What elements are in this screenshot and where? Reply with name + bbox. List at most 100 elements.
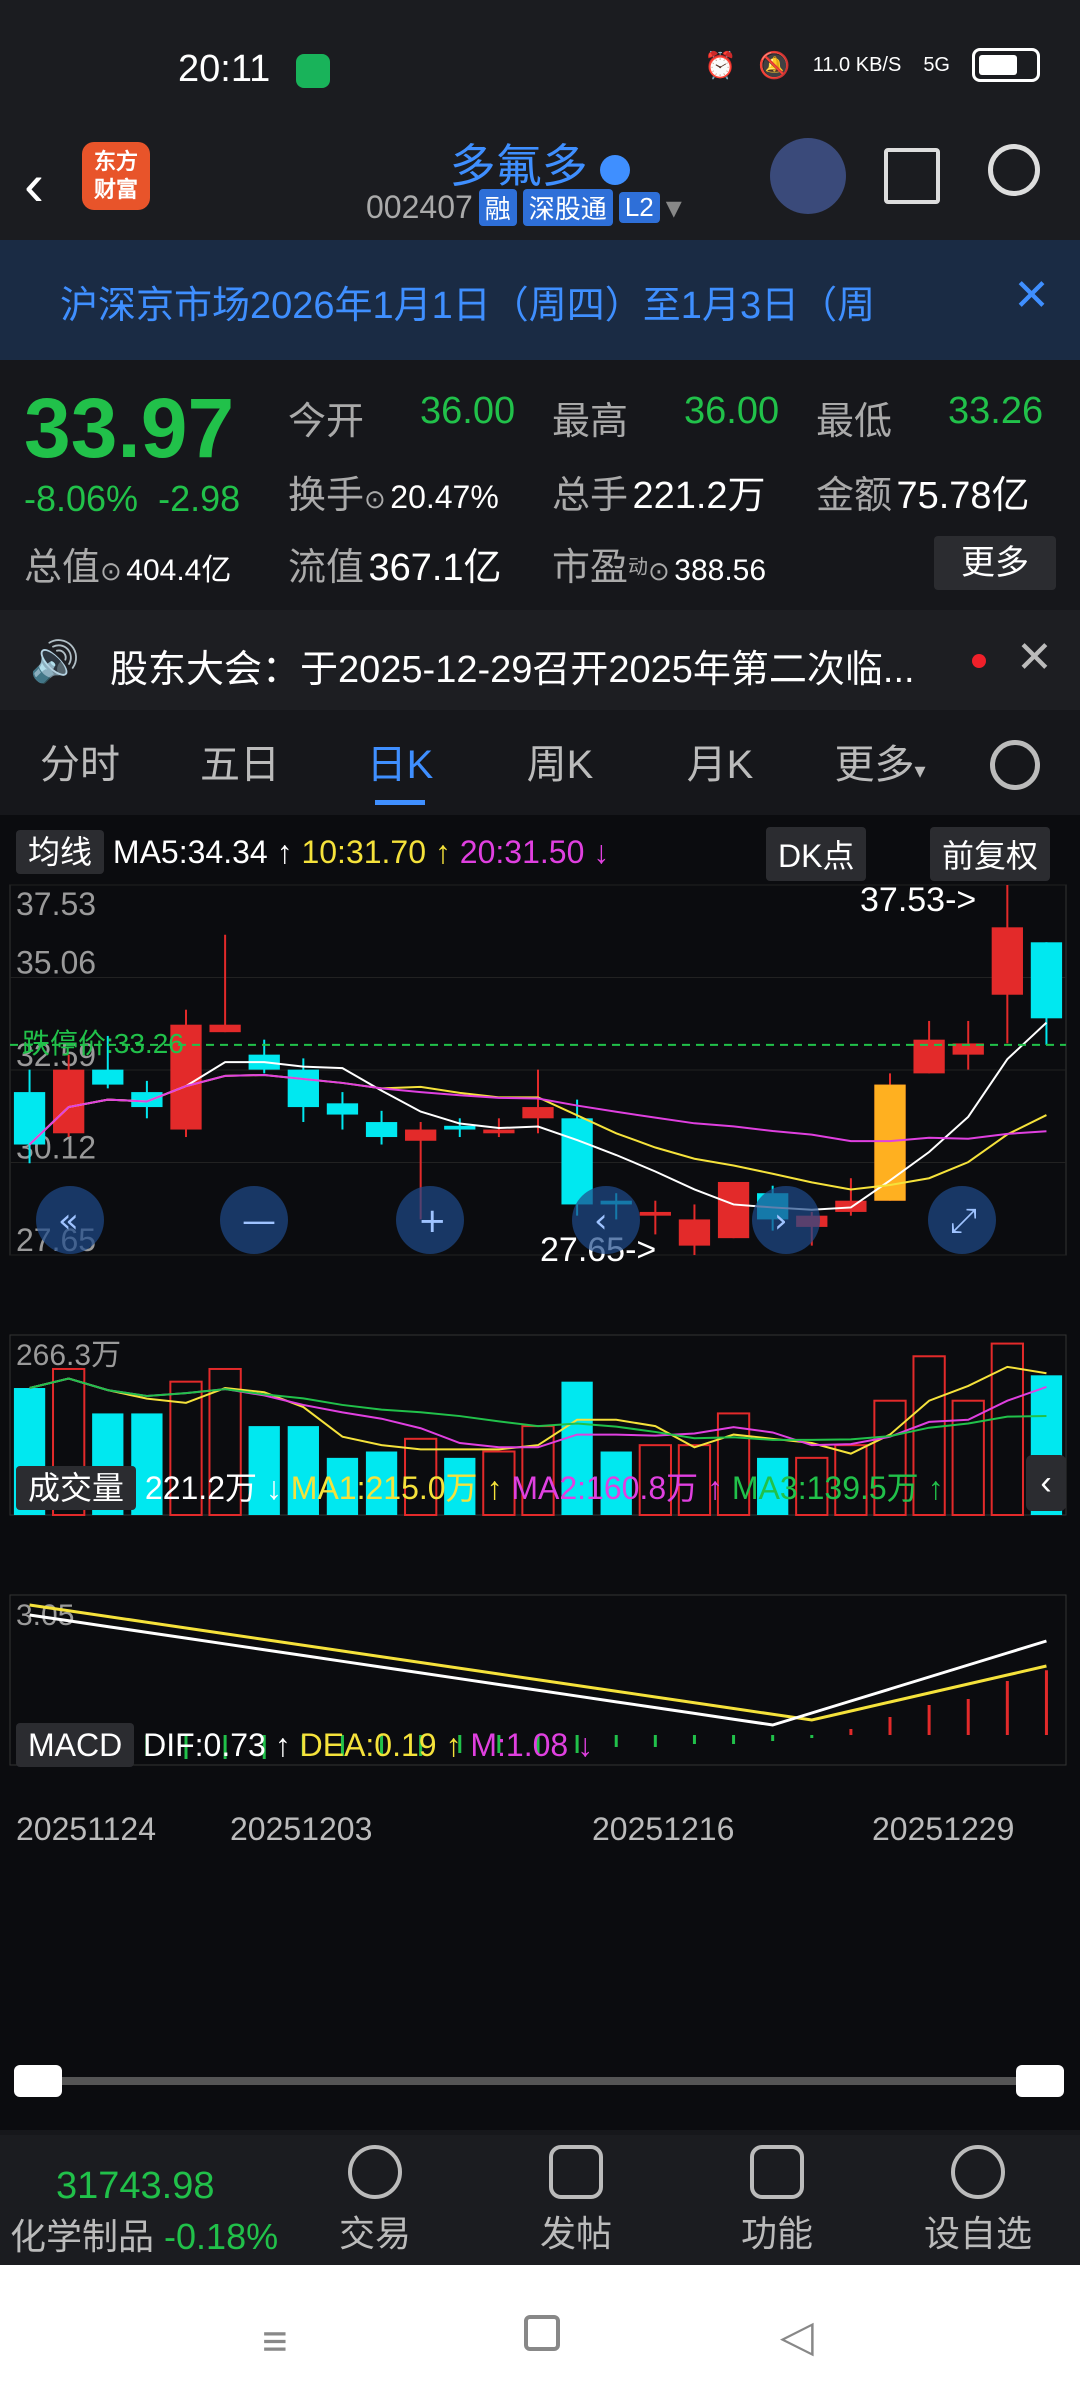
edit-icon xyxy=(549,2145,603,2199)
volume-selector[interactable]: 成交量 xyxy=(16,1466,137,1510)
chart-control-glyph: ‹ xyxy=(594,1201,608,1241)
sector-name: 化学制品 xyxy=(10,2216,155,2257)
share-icon[interactable] xyxy=(884,148,940,204)
open-label: 今开 xyxy=(288,401,365,443)
candle-body xyxy=(483,1129,515,1134)
alarm-icon: ⏰ xyxy=(703,49,737,80)
ma-selector[interactable]: 均线 xyxy=(16,830,105,874)
status-time: 20:11 xyxy=(178,48,271,90)
pe-value: 388.56 xyxy=(674,554,767,587)
float-label: 流值 xyxy=(288,547,365,589)
x-tick-label: 20251124 xyxy=(16,1811,156,1847)
system-nav-bar: ≡ ◁ xyxy=(0,2265,1080,2400)
quote-panel: 33.97 -8.06% -2.98 总值⊙ 404.4亿 今开 36.00 最… xyxy=(0,360,1080,610)
home-icon[interactable] xyxy=(524,2315,560,2351)
volume-legend: 成交量 221.2万 ↓ MA1:215.0万 ↑ MA2:160.8万 ↑ M… xyxy=(16,1463,944,1510)
trade-button[interactable]: 交易 xyxy=(295,2145,455,2257)
tab-daily-k[interactable]: 日K xyxy=(320,715,480,815)
status-bar: 20:11 ⏰ 🔕 11.0 KB/S 5G xyxy=(0,0,1080,130)
open-value: 36.00 xyxy=(420,390,516,432)
functions-button[interactable]: 功能 xyxy=(697,2145,857,2257)
candle-body xyxy=(639,1211,671,1216)
verified-icon xyxy=(600,154,631,185)
unread-dot xyxy=(972,654,986,668)
x-tick-label: 20251229 xyxy=(872,1811,1014,1847)
add-watchlist-label: 设自选 xyxy=(923,2213,1032,2254)
high-cell: 最高 xyxy=(552,390,628,445)
tab-monthly-k[interactable]: 月K xyxy=(640,715,800,815)
ma10-label: 10:31.70 ↑ xyxy=(301,834,451,870)
range-handle-left[interactable] xyxy=(14,2065,62,2097)
macd-dea: DEA:0.19 ↑ xyxy=(299,1727,462,1763)
stock-name-text: 多氟多 xyxy=(449,140,588,192)
vol-ma2: MA2:160.8万 ↑ xyxy=(511,1470,724,1506)
trade-icon xyxy=(348,2145,402,2199)
post-label: 发帖 xyxy=(539,2213,612,2254)
app-notification-icon xyxy=(296,54,330,88)
chart-control-glyph: ⤢ xyxy=(950,1201,977,1241)
status-icons: ⏰ 🔕 11.0 KB/S 5G xyxy=(704,48,1040,82)
vol-ma1-line xyxy=(29,1365,1047,1455)
info-icon: ⊙ xyxy=(364,484,386,514)
volume-value: 221.2万 xyxy=(632,475,766,517)
low-cell: 最低 xyxy=(816,390,892,445)
tab-weekly-k[interactable]: 周K xyxy=(480,715,640,815)
search-icon[interactable] xyxy=(988,144,1040,196)
turnover-value: 20.47% xyxy=(390,479,499,515)
volume-label: 总手 xyxy=(552,475,629,517)
back-icon[interactable]: ◁ xyxy=(780,2311,814,2362)
close-icon[interactable]: ✕ xyxy=(1013,270,1050,321)
announcement-bar[interactable]: 🔊 股东大会：于2025-12-29召开2025年第二次临... ✕ xyxy=(0,610,1080,710)
change-row: -8.06% -2.98 xyxy=(24,478,240,520)
macd-dif: DIF:0.73 ↑ xyxy=(143,1727,291,1763)
gear-icon[interactable] xyxy=(990,740,1040,790)
tag-margin: 融 xyxy=(478,188,517,226)
sector-index[interactable]: 31743.98 化学制品 -0.18% xyxy=(10,2165,310,2260)
mktcap-value: 404.4亿 xyxy=(126,554,232,587)
mktcap-row: 总值⊙ 404.4亿 xyxy=(24,536,231,591)
candle-body xyxy=(444,1125,476,1130)
tag-level2: L2 xyxy=(618,191,660,223)
sector-index-value: 31743.98 xyxy=(56,2165,215,2207)
stock-code-row[interactable]: 002407 融 深股通 L2 ▾ xyxy=(366,188,682,226)
tab-more[interactable]: 更多▾ xyxy=(800,715,960,815)
macd-selector[interactable]: MACD xyxy=(16,1723,135,1767)
ma5-label: MA5:34.34 ↑ xyxy=(112,834,293,870)
collapse-panel-icon[interactable]: ‹ xyxy=(1026,1455,1066,1511)
turnover-cell: 换手⊙ 20.47% xyxy=(288,464,499,519)
range-scrollbar[interactable] xyxy=(20,2077,1060,2085)
market-notice[interactable]: 沪深京市场2026年1月1日（周四）至1月3日（周 ✕ xyxy=(0,240,1080,360)
adjust-button[interactable]: 前复权 xyxy=(930,827,1051,881)
y-tick-label: 35.06 xyxy=(16,945,96,981)
float-value: 367.1亿 xyxy=(368,547,502,589)
volume-cell: 总手 221.2万 xyxy=(552,464,766,519)
add-watchlist-button[interactable]: 设自选 xyxy=(898,2145,1058,2257)
macd-max-label: 3.05 xyxy=(16,1599,74,1632)
low-label: 最低 xyxy=(816,401,893,443)
tab-five-day[interactable]: 五日 xyxy=(160,715,320,815)
signal-icon: 5G xyxy=(923,53,950,76)
more-button[interactable]: 更多 xyxy=(934,536,1056,590)
dea-line xyxy=(29,1603,1047,1722)
vol-ma1: MA1:215.0万 ↑ xyxy=(290,1470,503,1506)
more-dots-icon xyxy=(951,2145,1005,2199)
battery-icon xyxy=(972,48,1040,82)
kline-chart-panel[interactable]: 均线 MA5:34.34 ↑ 10:31.70 ↑ 20:31.50 ↓ DK点… xyxy=(0,815,1080,2130)
robot-assistant-icon[interactable] xyxy=(770,138,846,214)
high-value: 36.00 xyxy=(684,390,780,432)
range-handle-right[interactable] xyxy=(1016,2065,1064,2097)
close-icon[interactable]: ✕ xyxy=(1016,632,1053,683)
menu-icon[interactable]: ≡ xyxy=(262,2317,288,2367)
dk-point-button[interactable]: DK点 xyxy=(766,827,867,881)
amount-cell: 金额 75.78亿 xyxy=(816,464,1030,519)
tab-intraday[interactable]: 分时 xyxy=(0,715,160,815)
pe-sup: 动 xyxy=(628,556,649,579)
dif-line xyxy=(29,1613,1047,1727)
post-button[interactable]: 发帖 xyxy=(496,2145,656,2257)
turnover-label: 换手 xyxy=(288,475,365,517)
macd-m: M:1.08 ↓ xyxy=(470,1727,594,1763)
sector-row: 化学制品 -0.18% xyxy=(10,2208,310,2260)
candle-body xyxy=(13,1092,46,1145)
candle-body xyxy=(53,1069,85,1134)
candle-body xyxy=(131,1092,163,1108)
